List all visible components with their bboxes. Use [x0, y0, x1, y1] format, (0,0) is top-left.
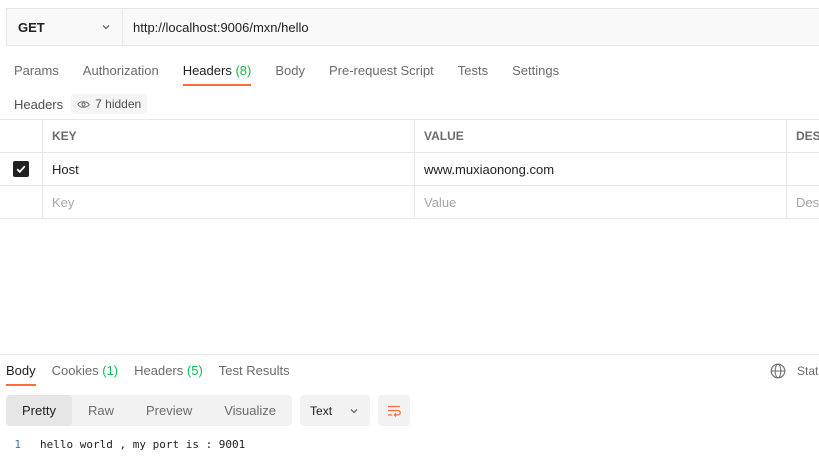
tab-pre-request-script[interactable]: Pre-request Script — [329, 63, 434, 89]
url-text: http://localhost:9006/mxn/hello — [133, 19, 309, 35]
header-description-cell[interactable] — [787, 153, 819, 185]
tab-params-label: Params — [14, 63, 59, 78]
tab-pre-request-script-label: Pre-request Script — [328, 63, 434, 78]
wrap-lines-button[interactable] — [378, 395, 411, 426]
response-tab-cookies[interactable]: Cookies (1) — [52, 363, 118, 387]
url-input[interactable]: http://localhost:9006/mxn/hello — [123, 9, 819, 45]
tab-tests-label: Tests — [457, 63, 489, 78]
headers-table: KEY VALUE DES Host www.muxiaonong.com Ke… — [0, 119, 819, 219]
response-tab-test-results-label: Test Results — [218, 363, 290, 378]
response-tab-headers[interactable]: Headers (5) — [134, 363, 203, 387]
response-tab-body[interactable]: Body — [6, 363, 36, 387]
method-select[interactable]: GET — [7, 9, 123, 45]
response-tab-headers-count: (5) — [186, 363, 203, 378]
response-tab-body-label: Body — [6, 363, 36, 378]
response-body-text[interactable]: hello world , my port is : 9001 — [40, 438, 245, 451]
new-row-checkbox-cell — [0, 186, 43, 218]
tab-settings[interactable]: Settings — [512, 63, 559, 89]
tab-headers-label: Headers — [182, 63, 232, 78]
eye-icon — [77, 100, 90, 108]
status-label: Stat — [797, 364, 819, 378]
table-row-new: Key Value Desc — [0, 186, 819, 219]
check-icon — [16, 165, 26, 174]
hidden-headers-label: 7 hidden — [95, 97, 142, 111]
header-key-cell[interactable]: Host — [43, 153, 415, 185]
tab-settings-label: Settings — [512, 63, 560, 78]
tab-authorization[interactable]: Authorization — [83, 63, 159, 89]
row-enabled-checkbox[interactable] — [13, 161, 29, 177]
response-tab-headers-label: Headers — [134, 363, 184, 378]
view-mode-selector: Pretty Raw Preview Visualize — [6, 395, 293, 426]
chevron-down-icon — [102, 25, 110, 30]
view-preview-button[interactable]: Preview — [130, 395, 208, 426]
response-status: Stat — [770, 363, 818, 379]
column-header-value: VALUE — [415, 120, 787, 152]
view-visualize-button[interactable]: Visualize — [208, 395, 292, 426]
tab-params[interactable]: Params — [14, 63, 59, 89]
response-tab-test-results[interactable]: Test Results — [219, 363, 290, 387]
new-value-input[interactable]: Value — [415, 186, 787, 218]
response-tab-cookies-count: (1) — [102, 363, 119, 378]
tab-tests[interactable]: Tests — [458, 63, 488, 89]
headers-title: Headers — [14, 96, 64, 112]
response-divider — [0, 354, 819, 355]
tab-headers[interactable]: Headers (8) — [182, 63, 252, 89]
new-description-input[interactable]: Desc — [787, 186, 819, 218]
column-header-description: DES — [796, 129, 819, 143]
line-number: 1 — [14, 438, 21, 451]
table-header-row: KEY VALUE DES — [0, 120, 819, 153]
table-row: Host www.muxiaonong.com — [0, 153, 819, 186]
request-url-bar: GET http://localhost:9006/mxn/hello — [6, 8, 819, 46]
response-tabs: Body Cookies (1) Headers (5) Test Result… — [6, 363, 306, 387]
row-checkbox-cell — [0, 153, 43, 185]
format-dropdown[interactable]: Text — [300, 395, 371, 426]
chevron-down-icon — [350, 408, 358, 413]
format-label: Text — [310, 403, 333, 418]
select-column-header — [0, 120, 43, 152]
tab-body[interactable]: Body — [275, 63, 305, 89]
response-body: 1 hello world , my port is : 9001 — [0, 438, 245, 451]
tab-headers-count: (8) — [235, 63, 252, 78]
wrap-lines-icon — [388, 405, 401, 417]
response-toolbar: Pretty Raw Preview Visualize Text — [6, 395, 411, 426]
new-key-input[interactable]: Key — [43, 186, 415, 218]
column-header-key: KEY — [43, 120, 415, 152]
tab-authorization-label: Authorization — [82, 63, 159, 78]
request-tabs: Params Authorization Headers (8) Body Pr… — [14, 63, 583, 89]
view-raw-button[interactable]: Raw — [72, 395, 130, 426]
hidden-headers-toggle[interactable]: 7 hidden — [71, 94, 148, 114]
tab-body-label: Body — [275, 63, 305, 78]
view-pretty-button[interactable]: Pretty — [6, 395, 72, 426]
globe-icon[interactable] — [770, 363, 786, 379]
response-tab-cookies-label: Cookies — [51, 363, 99, 378]
headers-subheader: Headers 7 hidden — [14, 93, 148, 115]
header-value-cell[interactable]: www.muxiaonong.com — [415, 153, 787, 185]
method-label: GET — [18, 19, 45, 35]
